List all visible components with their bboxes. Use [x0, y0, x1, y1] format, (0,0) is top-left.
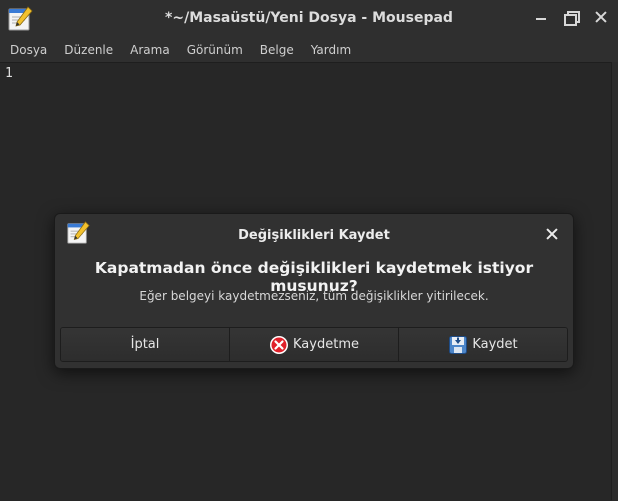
cancel-button[interactable]: İptal — [61, 328, 230, 361]
menu-view[interactable]: Görünüm — [177, 43, 250, 57]
cancel-button-label: İptal — [130, 337, 160, 352]
close-icon[interactable] — [545, 227, 559, 241]
dont-save-button[interactable]: Kaydetme — [230, 328, 399, 361]
dont-save-button-label: Kaydetme — [293, 337, 359, 352]
save-button-label: Kaydet — [472, 337, 518, 352]
save-changes-dialog: Değişiklikleri Kaydet Kapatmadan önce de… — [54, 213, 574, 369]
dialog-title: Değişiklikleri Kaydet — [238, 228, 390, 243]
window-title: *~/Masaüstü/Yeni Dosya - Mousepad — [165, 10, 453, 26]
menu-document[interactable]: Belge — [250, 43, 301, 57]
save-button[interactable]: Kaydet — [399, 328, 567, 361]
menu-help[interactable]: Yardım — [301, 43, 358, 57]
line-number: 1 — [5, 66, 13, 81]
dialog-button-row: İptal Kaydetme Kaydet — [60, 327, 568, 362]
title-bar: *~/Masaüstü/Yeni Dosya - Mousepad — [0, 0, 618, 38]
save-disk-icon — [449, 335, 468, 354]
menu-file[interactable]: Dosya — [0, 43, 54, 57]
menu-search[interactable]: Arama — [120, 43, 177, 57]
menu-bar: Dosya Düzenle Arama Görünüm Belge Yardım — [0, 38, 618, 62]
close-icon[interactable] — [592, 8, 610, 26]
minimize-icon[interactable] — [532, 8, 550, 26]
menu-edit[interactable]: Düzenle — [54, 43, 120, 57]
stop-icon — [270, 335, 289, 354]
maximize-icon[interactable] — [562, 8, 580, 26]
scrollbar[interactable] — [611, 62, 618, 500]
dialog-message: Eğer belgeyi kaydetmezseniz, tüm değişik… — [139, 289, 489, 303]
